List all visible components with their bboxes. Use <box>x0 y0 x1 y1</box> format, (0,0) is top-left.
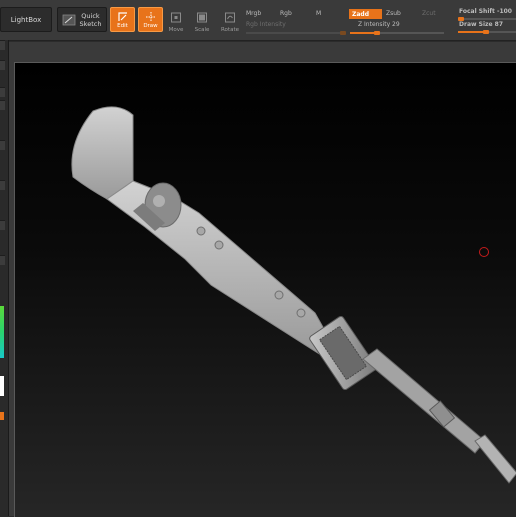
rgb-intensity-knob[interactable] <box>340 31 346 35</box>
top-toolbar: LightBox Quick Sketch Edit Draw Move Sca… <box>0 0 516 41</box>
draw-button[interactable]: Draw <box>138 7 163 32</box>
document-viewport[interactable] <box>14 62 516 517</box>
zsub-toggle[interactable]: Zsub <box>386 10 401 17</box>
tray-slot[interactable] <box>0 180 5 190</box>
rgb-intensity-label: Rgb Intensity <box>246 21 286 28</box>
focal-shift-slider[interactable] <box>458 18 516 20</box>
scale-icon <box>197 12 207 23</box>
pommel <box>474 434 516 484</box>
z-intensity-knob[interactable] <box>374 31 381 35</box>
stud <box>274 290 284 300</box>
move-icon <box>171 12 181 23</box>
draw-size-knob[interactable] <box>482 30 489 34</box>
edit-label: Edit <box>117 23 128 29</box>
tray-slot[interactable] <box>0 220 5 230</box>
quick-sketch-label: Quick Sketch <box>79 11 102 28</box>
rgb-toggle[interactable]: Rgb <box>280 10 292 17</box>
tray-slot[interactable] <box>0 140 5 150</box>
focal-shift-label: Focal Shift -100 <box>459 8 512 15</box>
draw-label: Draw <box>143 23 158 29</box>
draw-size-label: Draw Size 87 <box>459 21 504 28</box>
tray-slot[interactable] <box>0 87 5 97</box>
draw-icon <box>145 12 156 22</box>
z-intensity-fill <box>350 32 378 34</box>
quicksketch-icon <box>62 14 75 25</box>
move-label: Move <box>168 27 184 33</box>
rotate-label: Rotate <box>220 27 239 33</box>
edit-icon <box>117 12 127 21</box>
main-color-swatch[interactable] <box>0 376 4 396</box>
quick-sketch-button[interactable]: Quick Sketch <box>57 7 107 32</box>
lightbox-label: LightBox <box>10 15 42 24</box>
lightbox-button[interactable]: LightBox <box>0 7 52 32</box>
rgb-intensity-slider[interactable] <box>246 32 346 34</box>
m-toggle[interactable]: M <box>316 10 321 17</box>
z-intensity-label: Z Intensity 29 <box>358 21 400 28</box>
brush-cursor <box>479 247 489 257</box>
tray-slot[interactable] <box>0 255 5 265</box>
draw-size-value: 87 <box>494 21 504 28</box>
secondary-color-swatch[interactable] <box>0 412 4 420</box>
stud <box>214 240 224 250</box>
stud <box>296 308 306 318</box>
stud <box>196 226 206 236</box>
rotate-button[interactable]: Rotate <box>218 9 242 33</box>
tray-slot[interactable] <box>0 60 5 70</box>
zcut-toggle[interactable]: Zcut <box>422 10 436 17</box>
blade-tip <box>71 106 134 200</box>
rotate-icon <box>225 12 235 23</box>
color-picker-strip[interactable] <box>0 306 4 358</box>
left-tray <box>0 40 9 516</box>
scale-label: Scale <box>194 27 210 33</box>
edit-button[interactable]: Edit <box>110 7 135 32</box>
lion-face <box>153 195 165 207</box>
move-button[interactable]: Move <box>164 9 188 33</box>
sword-model <box>71 106 516 484</box>
zadd-toggle[interactable]: Zadd <box>349 9 382 19</box>
focal-shift-value: -100 <box>496 8 512 15</box>
draw-size-fill <box>458 31 486 33</box>
tray-slot[interactable] <box>0 100 5 110</box>
grip <box>362 348 486 454</box>
scale-button[interactable]: Scale <box>190 9 214 33</box>
tray-slot[interactable] <box>0 40 5 50</box>
mrgb-toggle[interactable]: Mrgb <box>246 10 261 17</box>
